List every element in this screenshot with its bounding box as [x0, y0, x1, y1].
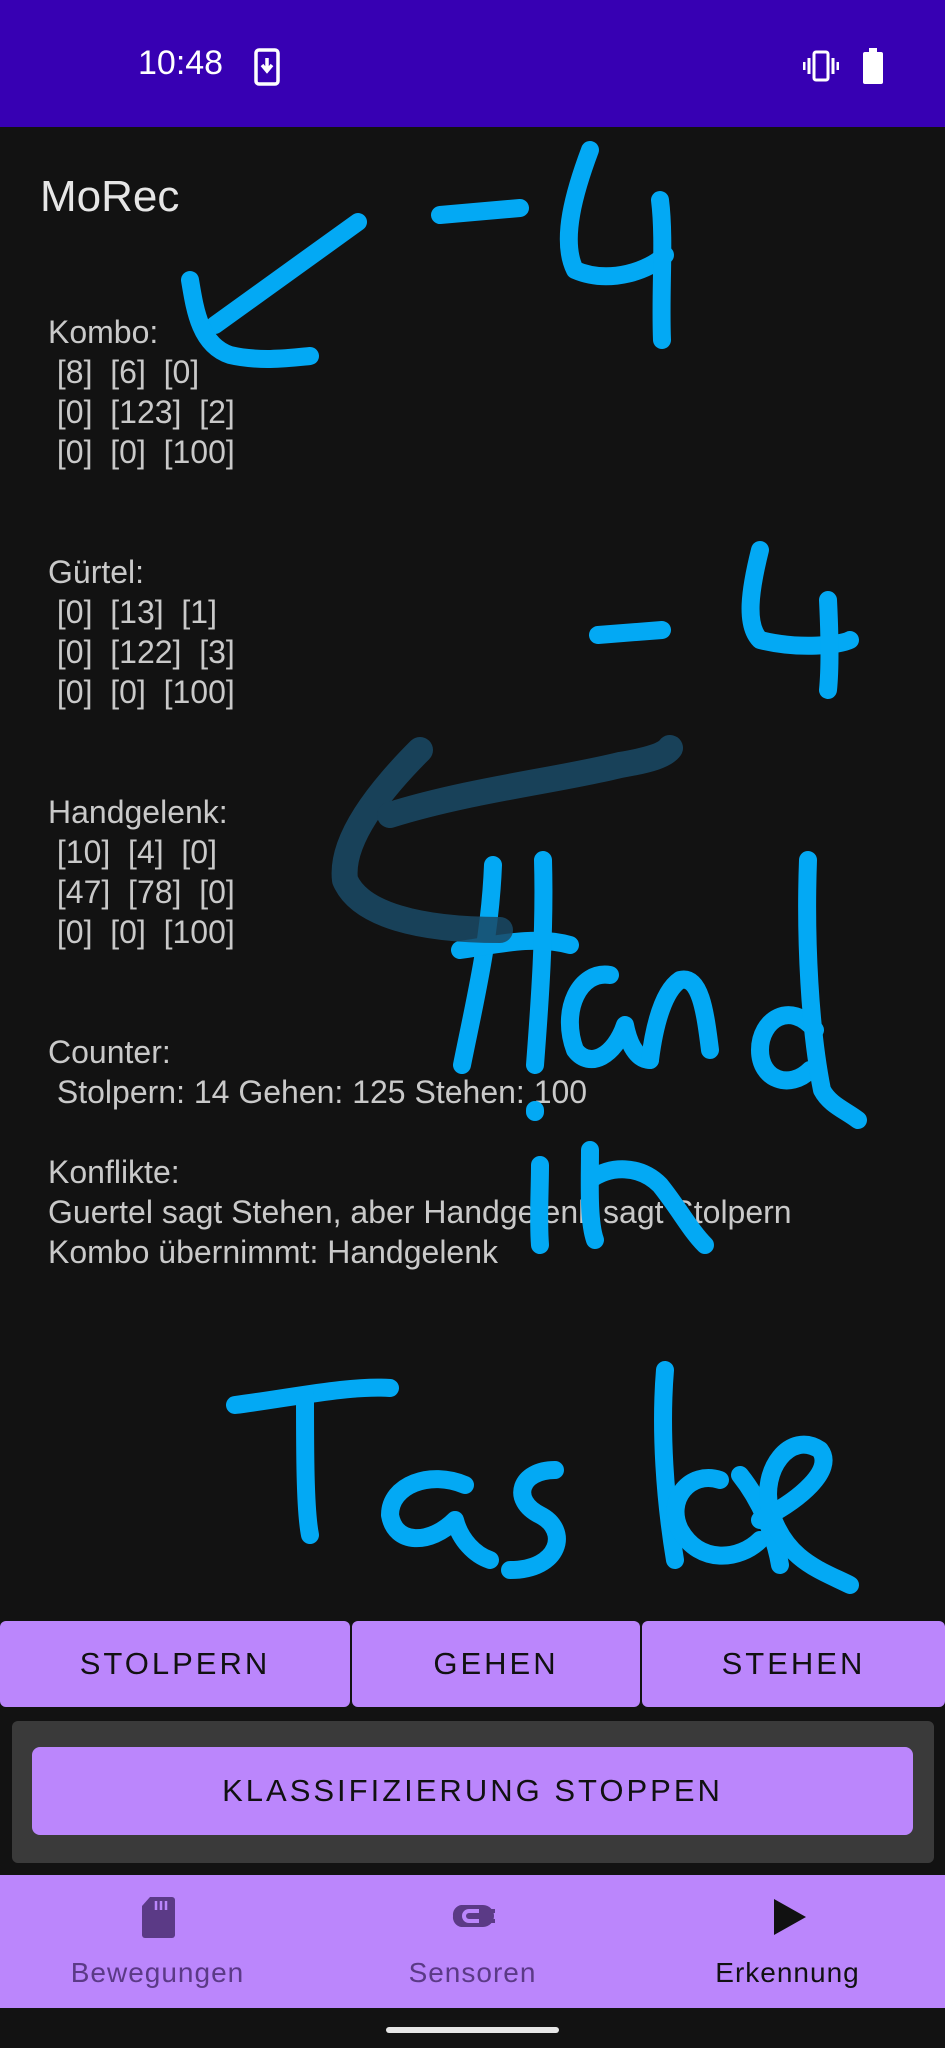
play-icon — [773, 1899, 806, 1935]
stehen-button[interactable]: STEHEN — [642, 1621, 945, 1707]
nav-label: Sensoren — [408, 1957, 537, 1988]
kombo-row: [8] [6] [0] — [48, 354, 200, 390]
results-content: Kombo: [8] [6] [0] [0] [123] [2] [0] [0]… — [48, 312, 928, 1272]
guertel-row: [0] [13] [1] — [48, 594, 217, 630]
kombo-row: [0] [123] [2] — [48, 394, 235, 430]
vibrate-icon — [803, 50, 839, 82]
kombo-label: Kombo: — [48, 314, 159, 350]
handgelenk-label: Handgelenk: — [48, 794, 228, 830]
konflikte-line: Guertel sagt Stehen, aber Handgelenk sag… — [48, 1194, 792, 1230]
handgelenk-row: [10] [4] [0] — [48, 834, 217, 870]
konflikte-line: Kombo übernimmt: Handgelenk — [48, 1234, 499, 1270]
sd-card-icon — [141, 1897, 175, 1938]
handgelenk-row: [47] [78] [0] — [48, 874, 235, 910]
nav-label: Bewegungen — [70, 1957, 245, 1988]
counter-values: Stolpern: 14 Gehen: 125 Stehen: 100 — [48, 1074, 588, 1110]
guertel-row: [0] [122] [3] — [48, 634, 235, 670]
app-title: MoRec — [40, 172, 180, 221]
stolpern-button[interactable]: STOLPERN — [0, 1621, 350, 1707]
download-phone-icon — [254, 48, 280, 86]
status-bar: 10:48 — [0, 0, 945, 127]
kombo-row: [0] [0] [100] — [48, 434, 235, 470]
bottom-navigation: Bewegungen Sensoren Erkennung — [0, 1875, 945, 2008]
guertel-row: [0] [0] [100] — [48, 674, 235, 710]
battery-icon — [863, 48, 883, 84]
home-indicator[interactable] — [386, 2027, 559, 2033]
nav-item-sensoren[interactable]: Sensoren — [315, 1875, 630, 2008]
konflikte-label: Konflikte: — [48, 1154, 180, 1190]
nav-item-bewegungen[interactable]: Bewegungen — [0, 1875, 315, 2008]
gehen-button[interactable]: GEHEN — [352, 1621, 640, 1707]
sensor-plug-icon — [452, 1905, 495, 1927]
handgelenk-row: [0] [0] [100] — [48, 914, 235, 950]
nav-label: Erkennung — [715, 1957, 860, 1988]
counter-label: Counter: — [48, 1034, 171, 1070]
guertel-label: Gürtel: — [48, 554, 145, 590]
status-time: 10:48 — [138, 44, 224, 82]
stop-classification-button[interactable]: KLASSIFIZIERUNG STOPPEN — [32, 1747, 913, 1835]
nav-item-erkennung[interactable]: Erkennung — [630, 1875, 945, 2008]
